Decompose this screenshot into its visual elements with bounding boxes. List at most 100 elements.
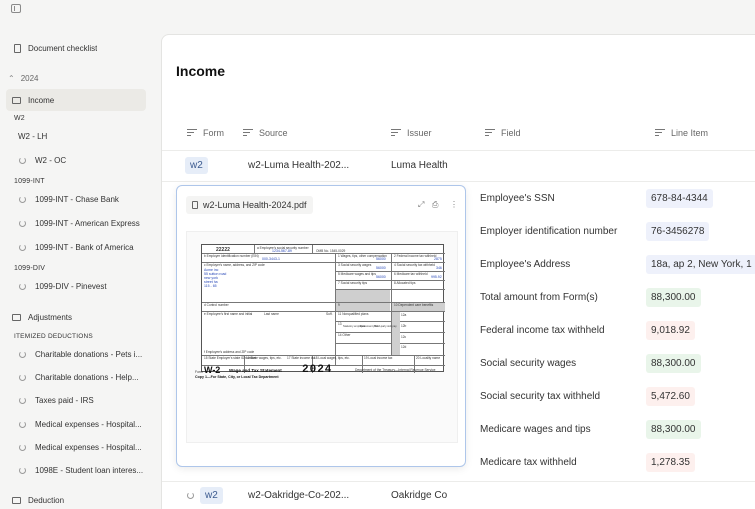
sidebar-item-div-pinevest[interactable]: 1099-DIV - Pinevest <box>0 275 160 297</box>
sidebar-item-w2-lh[interactable]: W2 - LH <box>0 125 160 147</box>
line-item-medicare-wages[interactable]: 88,300.00 <box>646 420 701 439</box>
form-code: 22222 <box>216 247 230 253</box>
more-icon[interactable]: ⋮ <box>450 200 458 209</box>
source-cell[interactable]: w2-Oakridge-Co-202... <box>248 490 349 501</box>
form-box-value: 2875 <box>434 257 442 261</box>
form-copy-label: Copy 1—For State, City, or Local Tax Dep… <box>195 375 279 379</box>
form-box-value: 115 - 65 <box>204 284 217 288</box>
sidebar-item-document-checklist[interactable]: Document checklist <box>0 37 160 59</box>
form-box-label: Suff. <box>326 312 333 316</box>
form-box-value: 56000 <box>376 275 386 279</box>
field-label-federal-tax: Federal income tax withheld <box>480 325 605 336</box>
sidebar-toggle-icon[interactable] <box>11 4 21 13</box>
form-box-value: 346 <box>436 266 442 270</box>
form-box-label: c Employer's name, address, and ZIP code <box>204 263 265 267</box>
form-box-value: 995.92 <box>431 275 442 279</box>
sidebar-item-1098e[interactable]: 1098E - Student loan interes... <box>0 459 160 481</box>
form-tag: w2 <box>200 487 223 504</box>
loading-spinner-icon <box>19 195 26 203</box>
line-item-address[interactable]: 18a, ap 2, New York, 1 <box>646 255 755 274</box>
sidebar-item-charitable-pets[interactable]: Charitable donations - Pets i... <box>0 343 160 365</box>
column-header-label: Form <box>203 128 224 138</box>
divider <box>162 150 755 151</box>
sidebar-item-label: 1099-INT - American Express <box>35 218 140 228</box>
sidebar-item-label: Medical expenses - Hospital... <box>35 442 142 452</box>
sidebar-group-itemized-deductions: ITEMIZED DEDUCTIONS <box>14 333 93 340</box>
column-header-label: Line Item <box>671 128 709 138</box>
line-item-ss-tax[interactable]: 5,472.60 <box>646 387 695 406</box>
line-item-ssn[interactable]: 678-84-4344 <box>646 189 713 208</box>
line-item-ss-wages[interactable]: 88,300.00 <box>646 354 701 373</box>
loading-spinner-icon <box>19 396 26 404</box>
loading-spinner-icon <box>187 492 194 499</box>
form-box-label: 7 Social security tips <box>338 281 368 285</box>
line-item-total-amount[interactable]: 88,300.00 <box>646 288 701 307</box>
form-box-value: 56000 <box>376 266 386 270</box>
divider <box>162 181 755 182</box>
expand-icon[interactable]: ⤢ <box>418 200 424 210</box>
form-caption: Wage and Tax Statement <box>229 368 282 373</box>
sidebar-group-1099-int: 1099-INT <box>14 178 45 185</box>
sidebar-item-int-chase[interactable]: 1099-INT - Chase Bank <box>0 188 160 210</box>
form-box-label: 20 Locality name <box>416 356 441 360</box>
column-header-source[interactable]: Source <box>243 128 288 138</box>
form-box-label: 16 State wages, tips, etc. <box>246 356 282 360</box>
sidebar-item-int-amex[interactable]: 1099-INT - American Express <box>0 212 160 234</box>
form-box-label: 18 Local wages, tips, etc. <box>314 356 350 360</box>
form-box-label: e Employee's first name and initial <box>204 312 253 316</box>
file-name: w2-Luma Health-2024.pdf <box>203 200 307 210</box>
sidebar-item-label: Adjustments <box>28 312 73 322</box>
form-box-label: 12b <box>401 324 407 328</box>
form-box-label: f Employee's address and ZIP code <box>204 350 255 354</box>
form-box-value: 000-3443-1 <box>262 257 280 261</box>
column-header-line-item[interactable]: Line Item <box>655 128 708 138</box>
sidebar-item-label: 1099-INT - Bank of America <box>35 242 134 252</box>
sidebar-item-medical-2[interactable]: Medical expenses - Hospital... <box>0 436 160 458</box>
sidebar-item-w2-oc[interactable]: W2 - OC <box>0 149 160 171</box>
loading-spinner-icon <box>19 243 26 251</box>
sidebar-item-label: Income <box>28 95 55 105</box>
form-box-label: 12c <box>401 335 407 339</box>
source-cell[interactable]: w2-Luma Health-202... <box>248 160 349 171</box>
column-header-label: Source <box>259 128 288 138</box>
sidebar-item-income[interactable]: Income <box>6 89 146 111</box>
sidebar-item-deduction[interactable]: Deduction <box>0 489 160 509</box>
print-icon[interactable]: ⎙ <box>432 200 438 210</box>
column-header-field[interactable]: Field <box>485 128 521 138</box>
sidebar-year-toggle[interactable]: ⌃ 2024 <box>0 67 160 89</box>
document-icon <box>192 201 198 209</box>
form-box-label: d Control number <box>204 303 229 307</box>
sidebar-item-medical-1[interactable]: Medical expenses - Hospital... <box>0 413 160 435</box>
file-chip[interactable]: w2-Luma Health-2024.pdf <box>186 196 313 214</box>
line-item-ein[interactable]: 76-3456278 <box>646 222 710 241</box>
sidebar-item-label: 1098E - Student loan interes... <box>35 465 144 475</box>
line-item-federal-tax[interactable]: 9,018.92 <box>646 321 695 340</box>
sidebar-item-label: Charitable donations - Help... <box>35 372 139 382</box>
sidebar-item-adjustments[interactable]: Adjustments <box>0 306 160 328</box>
sidebar-year-label: 2024 <box>20 73 39 83</box>
form-box-value: 56000 <box>376 257 386 261</box>
form-box-label: 6 Medicare tax withheld <box>394 272 428 276</box>
sidebar-item-label: Taxes paid - IRS <box>35 395 94 405</box>
field-label-medicare-wages: Medicare wages and tips <box>480 424 591 435</box>
field-label-ss-tax: Social security tax withheld <box>480 391 601 402</box>
form-box-label: OMB No. 1545-0029 <box>316 249 346 253</box>
sidebar-item-label: W2 - LH <box>18 131 48 141</box>
sidebar-item-label: 1099-INT - Chase Bank <box>35 194 119 204</box>
form-year: 2024 <box>302 364 333 376</box>
sidebar-item-int-boa[interactable]: 1099-INT - Bank of America <box>0 236 160 258</box>
column-header-issuer[interactable]: Issuer <box>391 128 432 138</box>
column-header-label: Issuer <box>407 128 432 138</box>
form-box-label: 8 Allocated tips <box>394 281 416 285</box>
form-box-label: 12d <box>401 345 407 349</box>
sidebar-item-label: Document checklist <box>28 43 98 53</box>
line-item-medicare-tax[interactable]: 1,278.35 <box>646 453 695 472</box>
sort-lines-icon <box>187 128 197 138</box>
sidebar-group-w2: W2 <box>14 115 25 122</box>
document-preview-card[interactable]: w2-Luma Health-2024.pdf ⤢ ⎙ ⋮ 22222 a Em… <box>176 185 466 467</box>
sidebar-item-taxes-paid[interactable]: Taxes paid - IRS <box>0 389 160 411</box>
sidebar-item-charitable-help[interactable]: Charitable donations - Help... <box>0 366 160 388</box>
column-header-form[interactable]: Form <box>187 128 224 138</box>
sort-lines-icon <box>391 128 401 138</box>
loading-spinner-icon <box>19 373 26 381</box>
